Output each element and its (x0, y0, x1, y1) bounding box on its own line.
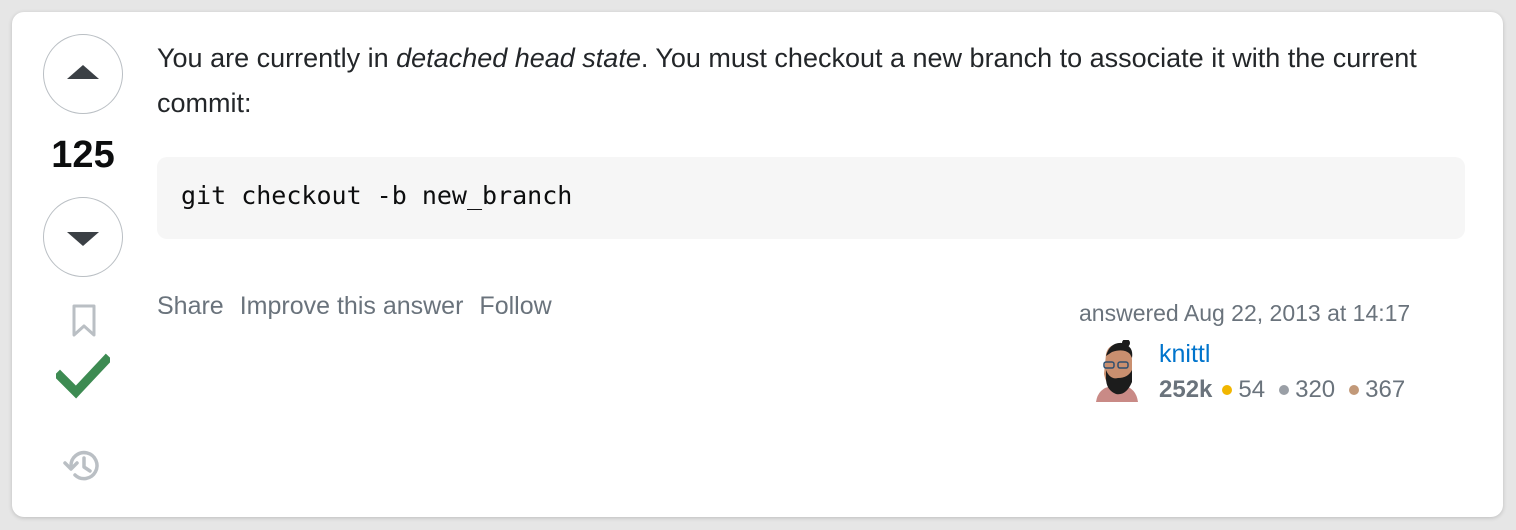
answer-card: 125 You are currently in detached head s… (12, 12, 1503, 517)
gold-badges: 54 (1222, 376, 1265, 404)
silver-badge-count: 320 (1295, 376, 1336, 403)
answered-timestamp: answered Aug 22, 2013 at 14:17 (1079, 300, 1411, 326)
follow-link[interactable]: Follow (479, 292, 551, 321)
silver-badges: 320 (1279, 376, 1335, 404)
bookmark-icon[interactable] (70, 303, 98, 339)
bronze-badge-icon (1349, 385, 1360, 395)
silver-badge-icon (1279, 385, 1290, 395)
gold-badge-icon (1222, 385, 1233, 395)
history-icon[interactable] (63, 446, 103, 486)
avatar[interactable] (1090, 340, 1140, 402)
emphasis-text: detached head state (396, 43, 641, 73)
share-link[interactable]: Share (157, 292, 224, 321)
improve-answer-link[interactable]: Improve this answer (240, 292, 464, 321)
upvote-button[interactable] (43, 34, 123, 114)
accepted-check-icon (56, 353, 110, 399)
text-part: You are currently in (157, 43, 397, 73)
bronze-badge-count: 367 (1365, 376, 1406, 403)
arrow-up-icon (67, 65, 99, 79)
downvote-button[interactable] (43, 197, 123, 277)
post-menu: Share Improve this answer Follow (157, 292, 552, 321)
user-name-link[interactable]: knittl (1159, 340, 1210, 369)
arrow-down-icon (67, 232, 99, 246)
bronze-badges: 367 (1349, 376, 1405, 404)
gold-badge-count: 54 (1238, 376, 1266, 403)
reputation-score: 252k (1159, 376, 1213, 403)
answer-body-text: You are currently in detached head state… (157, 36, 1467, 126)
code-block: git checkout -b new_branch (157, 157, 1465, 239)
code-snippet: git checkout -b new_branch (181, 181, 573, 210)
vote-score: 125 (51, 134, 115, 176)
user-stats: 252k 54 320 367 (1159, 376, 1419, 404)
